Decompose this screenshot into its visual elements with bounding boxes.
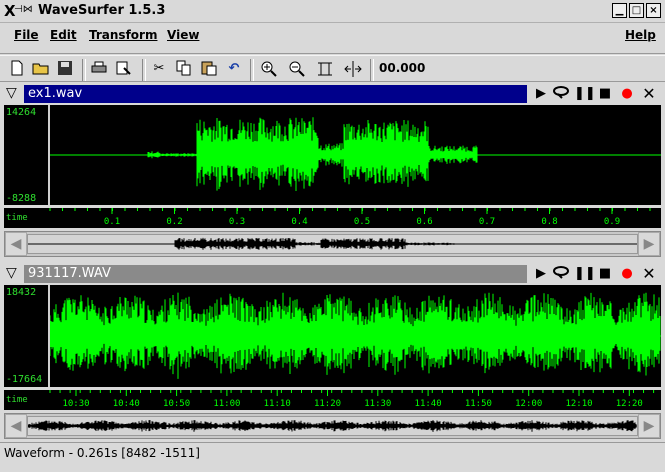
paste-icon[interactable]: [200, 60, 218, 78]
time-tick-label: 0.4: [291, 217, 307, 227]
title-bar: X ⊣⋈ WaveSurfer 1.5.3 ▁ □ ×: [0, 0, 665, 23]
zoom-out-icon[interactable]: [288, 60, 306, 78]
close-pane-icon[interactable]: ✕: [640, 85, 658, 103]
pane2-waveform[interactable]: [49, 285, 661, 387]
cut-icon[interactable]: ✂: [150, 60, 168, 78]
menu-file[interactable]: File: [14, 28, 39, 42]
time-tick-label: 12:00: [515, 399, 542, 409]
pause-icon[interactable]: ❚❚: [574, 265, 596, 283]
time-tick-label: 11:10: [264, 399, 291, 409]
close-button[interactable]: ×: [646, 3, 661, 18]
scroll-left-icon[interactable]: ◀: [5, 414, 27, 438]
scroll-right-icon[interactable]: ▶: [638, 232, 660, 256]
time-tick-label: 10:50: [163, 399, 190, 409]
pane2-time-axis: time 10:30 10:40 10:50 11:00 11:10 11:20 11:30…: [4, 390, 661, 410]
pane2-title: 931117.WAV: [24, 265, 527, 283]
time-readout: 00.000: [379, 61, 426, 75]
pane1-time-axis: time 0.1 0.2 0.3 0.4 0.5 0.6 0.7 0.8 0.9: [4, 208, 661, 228]
zoom-full-icon[interactable]: [344, 60, 362, 78]
save-icon[interactable]: [56, 60, 74, 78]
collapse-triangle-icon[interactable]: ▽: [6, 85, 17, 101]
pane1-waveform[interactable]: [49, 105, 661, 205]
pane1-scrollbar[interactable]: ◀ ▶: [4, 231, 661, 257]
time-tick-label: 0.2: [166, 217, 182, 227]
undo-icon[interactable]: ↶: [225, 60, 243, 78]
pane1-y-axis: 14264 -8288: [4, 105, 50, 205]
time-tick-label: 0.5: [354, 217, 370, 227]
time-tick-label: 0.8: [541, 217, 557, 227]
play-loop-icon[interactable]: [552, 265, 570, 283]
maximize-button[interactable]: □: [629, 3, 644, 18]
pane2-scroll-thumb[interactable]: [27, 416, 638, 436]
time-tick-label: 0.9: [604, 217, 620, 227]
open-folder-icon[interactable]: [32, 60, 50, 78]
pane2-scrollbar[interactable]: ◀ ▶: [4, 413, 661, 439]
stop-icon[interactable]: ■: [596, 265, 614, 283]
time-tick-label: 10:30: [62, 399, 89, 409]
scroll-left-icon[interactable]: ◀: [5, 232, 27, 256]
pause-icon[interactable]: ❚❚: [574, 85, 596, 103]
copy-icon[interactable]: [175, 60, 193, 78]
time-tick-label: 11:50: [465, 399, 492, 409]
minimize-button[interactable]: ▁: [612, 3, 627, 18]
pane2-ymax: 18432: [6, 287, 37, 298]
play-icon[interactable]: ▶: [532, 265, 550, 283]
pane1-title: ex1.wav: [24, 85, 527, 103]
play-loop-icon[interactable]: [552, 85, 570, 103]
close-pane-icon[interactable]: ✕: [640, 265, 658, 283]
pane2-header: ▽ 931117.WAV ▶ ❚❚ ■ ● ✕: [4, 264, 661, 284]
collapse-triangle-icon[interactable]: ▽: [6, 265, 17, 281]
pane2-ymin: -17664: [6, 374, 43, 385]
time-tick-label: 11:20: [314, 399, 341, 409]
menu-edit[interactable]: Edit: [50, 28, 77, 42]
menu-bar: File Edit Transform View Help: [0, 24, 665, 48]
time-tick-label: 0.3: [229, 217, 245, 227]
pane1-scroll-thumb[interactable]: [27, 234, 638, 254]
status-bar: Waveform - 0.261s [8482 -1511]: [4, 446, 200, 460]
record-icon[interactable]: ●: [618, 85, 636, 103]
menu-view[interactable]: View: [167, 28, 199, 42]
time-tick-label: 12:10: [565, 399, 592, 409]
time-tick-label: 10:40: [113, 399, 140, 409]
properties-icon[interactable]: [115, 60, 133, 78]
pin-icon[interactable]: ⊣⋈: [14, 4, 33, 15]
toolbar: ✂ ↶ 00.000: [0, 55, 665, 82]
menu-help[interactable]: Help: [625, 28, 656, 42]
stop-icon[interactable]: ■: [596, 85, 614, 103]
zoom-selection-icon[interactable]: [316, 60, 334, 78]
window-title: WaveSurfer 1.5.3: [38, 3, 166, 18]
time-tick-label: 0.7: [479, 217, 495, 227]
play-icon[interactable]: ▶: [532, 85, 550, 103]
zoom-in-icon[interactable]: [260, 60, 278, 78]
print-icon[interactable]: [90, 60, 108, 78]
time-tick-label: 11:00: [213, 399, 240, 409]
pane1-header: ▽ ex1.wav ▶ ❚❚ ■ ● ✕: [4, 84, 661, 104]
pane2-y-axis: 18432 -17664: [4, 285, 50, 387]
time-tick-label: 12:20: [616, 399, 643, 409]
time-tick-label: 11:40: [415, 399, 442, 409]
menu-transform[interactable]: Transform: [89, 28, 157, 42]
time-tick-label: 0.1: [104, 217, 120, 227]
scroll-right-icon[interactable]: ▶: [638, 414, 660, 438]
pane1-ymin: -8288: [6, 193, 37, 204]
time-tick-label: 11:30: [364, 399, 391, 409]
pane1-ymax: 14264: [6, 107, 37, 118]
record-icon[interactable]: ●: [618, 265, 636, 283]
new-file-icon[interactable]: [8, 60, 26, 78]
time-tick-label: 0.6: [416, 217, 432, 227]
